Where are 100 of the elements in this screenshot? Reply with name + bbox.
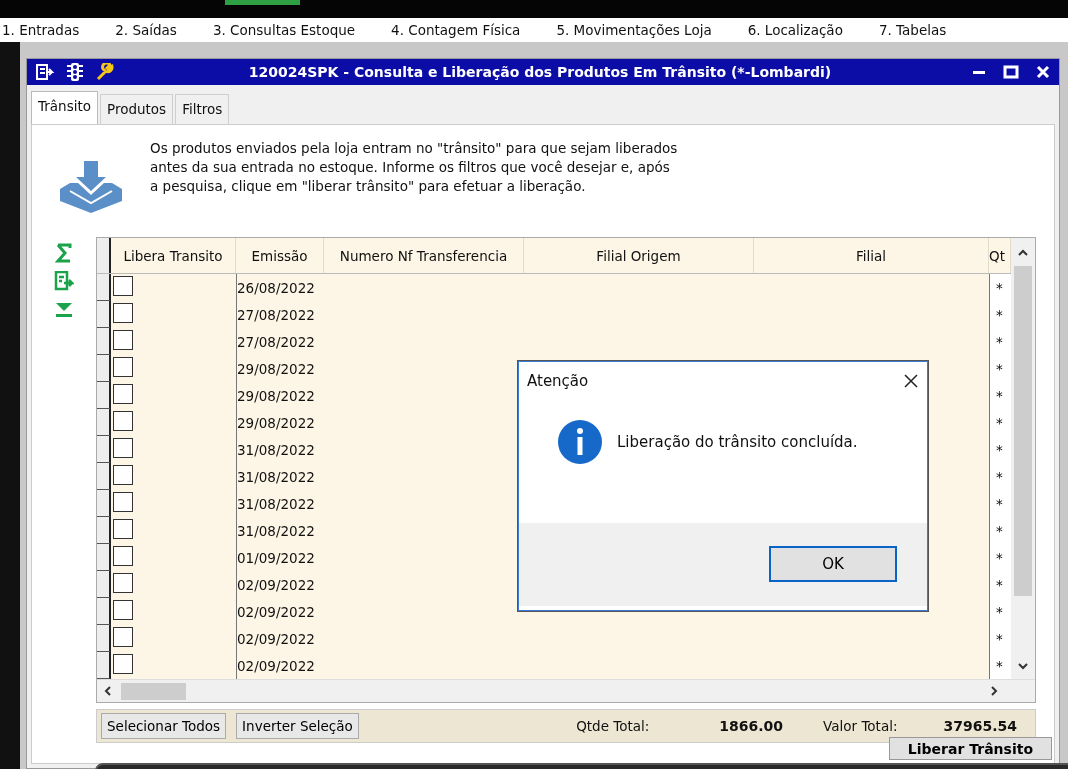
checkbox[interactable]: [113, 411, 133, 432]
row-header[interactable]: [97, 301, 111, 329]
table-cell-text: *: [996, 278, 1003, 298]
checkbox[interactable]: [113, 330, 133, 351]
table-cell-text: *: [996, 494, 1003, 514]
menu-item[interactable]: 4. Contagem Física: [391, 19, 535, 41]
table-cell-text: 02/09/2022: [237, 575, 315, 595]
total-value: 37965.54: [943, 716, 1017, 736]
vertical-scrollbar[interactable]: [1011, 238, 1035, 680]
table-cell-text: 02/09/2022: [237, 602, 315, 622]
row-header[interactable]: [97, 328, 111, 356]
window-title: 120024SPK - Consulta e Liberação dos Produtos Em Trânsito (*-Lombardi): [247, 62, 833, 82]
row-header[interactable]: [97, 436, 111, 464]
checkbox[interactable]: [113, 573, 133, 594]
info-icon: [557, 418, 603, 465]
ok-button[interactable]: OK: [769, 546, 897, 582]
checkbox[interactable]: [113, 384, 133, 405]
table-cell-text: *: [996, 467, 1003, 487]
table-cell-text: *: [996, 332, 1003, 352]
menu-item[interactable]: 6. Localização: [747, 19, 857, 41]
table-cell-text: 31/08/2022: [237, 467, 315, 487]
checkbox[interactable]: [113, 465, 133, 486]
row-header[interactable]: [97, 274, 111, 302]
table-cell-text: 02/09/2022: [237, 656, 315, 676]
column-header[interactable]: Libera Transito: [111, 238, 236, 274]
table-cell-text: 27/08/2022: [237, 332, 315, 352]
table-cell-text: *: [996, 359, 1003, 379]
description-text: a pesquisa, clique em "liberar trânsito" para efetuar a liberação.: [150, 177, 587, 197]
checkbox[interactable]: [113, 276, 133, 297]
column-header[interactable]: Numero Nf Transferencia: [324, 238, 524, 274]
table-cell-text: *: [996, 656, 1003, 676]
table-cell-text: *: [996, 548, 1003, 568]
description-text: antes da sua entrada no estoque. Informe os filtros que você desejar e, após: [150, 158, 671, 178]
table-cell-text: *: [996, 602, 1003, 622]
menu-item[interactable]: 7. Tabelas: [878, 19, 961, 41]
menu-item[interactable]: 5. Movimentações Loja: [556, 19, 726, 41]
tab[interactable]: Produtos: [100, 94, 174, 125]
footer-button[interactable]: Inverter Seleção: [236, 713, 359, 740]
column-header[interactable]: Filial Origem: [524, 238, 754, 274]
description-text: Os produtos enviados pela loja entram no "trânsito" para que sejam liberados: [150, 139, 678, 159]
scroll-thumb[interactable]: [1014, 266, 1032, 597]
table-cell-text: *: [996, 305, 1003, 325]
row-header[interactable]: [97, 571, 111, 599]
dialog-message: Liberação do trânsito concluída.: [617, 431, 858, 453]
traffic-light-icon[interactable]: [65, 63, 85, 81]
document-arrow-icon[interactable]: [35, 63, 55, 81]
total-label: Valor Total:: [823, 717, 898, 737]
row-header[interactable]: [97, 652, 111, 680]
horizontal-scrollbar[interactable]: [97, 679, 1035, 703]
table-cell-text: *: [996, 386, 1003, 406]
total-label: Qtde Total:: [576, 717, 650, 737]
checkbox[interactable]: [113, 654, 133, 675]
total-value: 1866.00: [719, 716, 784, 736]
column-header[interactable]: Filial: [754, 238, 989, 274]
row-header[interactable]: [97, 382, 111, 410]
checkbox[interactable]: [113, 303, 133, 324]
checkbox[interactable]: [113, 357, 133, 378]
row-header[interactable]: [97, 238, 111, 274]
row-header[interactable]: [97, 544, 111, 572]
column-header[interactable]: Emissão: [236, 238, 324, 274]
row-header[interactable]: [97, 463, 111, 491]
release-button[interactable]: Liberar Trânsito: [888, 737, 1052, 761]
row-header[interactable]: [97, 517, 111, 545]
checkbox[interactable]: [113, 627, 133, 648]
checkbox[interactable]: [113, 519, 133, 540]
table-cell-text: 27/08/2022: [237, 305, 315, 325]
wrench-icon[interactable]: [95, 63, 115, 81]
tab[interactable]: Filtros: [175, 94, 230, 125]
inbox-download-icon: [60, 161, 122, 214]
tab[interactable]: Trânsito: [31, 91, 98, 125]
table-cell-text: 31/08/2022: [237, 440, 315, 460]
menu-item[interactable]: 2. Saídas: [115, 19, 191, 41]
table-cell-text: 29/08/2022: [237, 413, 315, 433]
table-cell-text: 26/08/2022: [237, 278, 315, 298]
menu-item[interactable]: 3. Consultas Estoque: [212, 19, 370, 41]
row-header[interactable]: [97, 409, 111, 437]
table-cell-text: *: [996, 413, 1003, 433]
table-cell-text: *: [996, 521, 1003, 541]
row-header[interactable]: [97, 598, 111, 626]
checkbox[interactable]: [113, 438, 133, 459]
row-header[interactable]: [97, 625, 111, 653]
table-cell-text: 01/09/2022: [237, 548, 315, 568]
maximize-icon[interactable]: [1003, 64, 1019, 80]
table-cell-text: 29/08/2022: [237, 386, 315, 406]
checkbox[interactable]: [113, 546, 133, 567]
footer-button[interactable]: Selecionar Todos: [101, 713, 227, 740]
close-icon[interactable]: [1035, 64, 1051, 80]
checkbox[interactable]: [113, 492, 133, 513]
menu-item[interactable]: 1. Entradas: [2, 19, 94, 41]
sigma-icon[interactable]: [54, 243, 74, 264]
checkbox[interactable]: [113, 600, 133, 621]
table-cell-text: 31/08/2022: [237, 521, 315, 541]
scroll-thumb[interactable]: [121, 682, 186, 700]
table-cell-text: *: [996, 575, 1003, 595]
table-cell-text: *: [996, 440, 1003, 460]
table-cell-text: 29/08/2022: [237, 359, 315, 379]
close-icon[interactable]: [903, 373, 919, 390]
row-header[interactable]: [97, 355, 111, 383]
table-cell-text: 31/08/2022: [237, 494, 315, 514]
row-header[interactable]: [97, 490, 111, 518]
